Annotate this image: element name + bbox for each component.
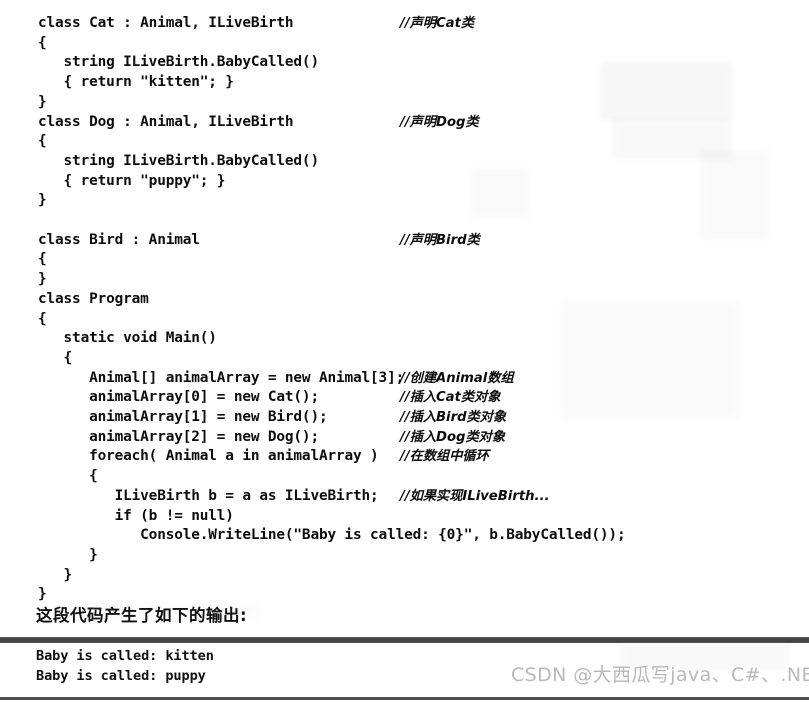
- code-line-text: string ILiveBirth.BabyCalled(): [38, 54, 320, 71]
- code-line-text: }: [38, 271, 47, 288]
- code-line-text: class Dog : Animal, ILiveBirth: [38, 113, 294, 130]
- code-line: animalArray[2] = new Dog(); //插入Dog类对象: [0, 428, 809, 448]
- code-line-text: class Cat : Animal, ILiveBirth: [38, 15, 294, 31]
- code-line-text: Animal[] animalArray = new Animal[3];: [38, 369, 405, 386]
- code-line: if (b != null): [0, 507, 809, 527]
- code-line-comment: //声明Bird类: [400, 232, 480, 248]
- code-line: Console.WriteLine("Baby is called: {0}",…: [0, 526, 809, 546]
- code-line-comment: //声明Dog类: [400, 114, 479, 130]
- code-line-text: static void Main(): [38, 330, 217, 347]
- csdn-watermark: CSDN @大西瓜写java、C#、.NET: [511, 664, 809, 686]
- code-line: {: [0, 349, 809, 369]
- code-line-text: ILiveBirth b = a as ILiveBirth;: [38, 487, 379, 504]
- console-output-line: Baby is called: puppy: [36, 668, 206, 684]
- console-output-line: Baby is called: kitten: [36, 648, 214, 664]
- code-line-text: {: [38, 310, 47, 327]
- code-line: }: [0, 546, 809, 566]
- code-line: }: [0, 93, 809, 113]
- output-separator-bar: [0, 637, 809, 643]
- code-line-text: foreach( Animal a in animalArray ): [38, 448, 379, 465]
- page-bottom-rule: [0, 697, 809, 700]
- code-line-text: }: [38, 93, 47, 110]
- code-line-text: if (b != null): [38, 507, 234, 524]
- code-line: foreach( Animal a in animalArray ) //在数组中…: [0, 447, 809, 467]
- code-line: { return "kitten"; }: [0, 73, 809, 93]
- code-line-text: {: [38, 34, 47, 51]
- code-line: {: [0, 132, 809, 152]
- scanned-book-page: class Cat : Animal, ILiveBirth //声明Cat类 { …: [0, 0, 809, 703]
- narrative-text: 这段代码产生了如下的输出:: [36, 606, 248, 625]
- code-line: {: [0, 250, 809, 270]
- code-line: class Bird : Animal //声明Bird类: [0, 231, 809, 251]
- code-line-comment: //如果实现ILiveBirth...: [400, 488, 550, 504]
- code-line-comment: //创建Animal数组: [400, 370, 514, 386]
- code-line-text: }: [38, 566, 73, 583]
- code-line: static void Main(): [0, 329, 809, 349]
- code-line: { return "puppy"; }: [0, 172, 809, 192]
- code-line-text: animalArray[0] = new Cat();: [38, 389, 319, 406]
- code-line: class Dog : Animal, ILiveBirth //声明Dog类: [0, 113, 809, 133]
- code-line-text: class Bird : Animal: [38, 231, 200, 248]
- code-line: class Cat : Animal, ILiveBirth //声明Cat类: [0, 14, 809, 34]
- code-line: {: [0, 467, 809, 487]
- code-line: ILiveBirth b = a as ILiveBirth; //如果实现ILi…: [0, 487, 809, 507]
- code-line: animalArray[0] = new Cat(); //插入Cat类对象: [0, 388, 809, 408]
- code-line-comment: //插入Cat类对象: [400, 390, 501, 406]
- code-line-comment: //插入Dog类对象: [400, 429, 506, 445]
- code-line-text: }: [38, 192, 47, 209]
- code-line: class Program: [0, 290, 809, 310]
- code-line-text: {: [38, 133, 47, 150]
- code-line-comment: //声明Cat类: [400, 16, 475, 31]
- code-line: }: [0, 191, 809, 211]
- code-line: {: [0, 310, 809, 330]
- code-line-text: animalArray[1] = new Bird();: [38, 409, 328, 425]
- code-line-text: {: [38, 468, 98, 485]
- code-line-text: }: [38, 546, 98, 563]
- code-line: string ILiveBirth.BabyCalled(): [0, 152, 809, 172]
- code-line-text: string ILiveBirth.BabyCalled(): [38, 152, 320, 169]
- code-line-text: animalArray[2] = new Dog();: [38, 428, 319, 445]
- code-line: Animal[] animalArray = new Animal[3];//创…: [0, 369, 809, 389]
- code-line-text: { return "puppy"; }: [38, 172, 226, 189]
- code-line-text: { return "kitten"; }: [38, 74, 234, 91]
- code-line-text: {: [38, 349, 73, 366]
- code-line-comment: //在数组中循环: [400, 449, 489, 465]
- code-line-text: class Program: [38, 290, 149, 307]
- code-line-text: {: [38, 251, 47, 268]
- code-line: {: [0, 34, 809, 54]
- code-line: string ILiveBirth.BabyCalled(): [0, 53, 809, 73]
- code-line: }: [0, 270, 809, 290]
- code-line-text: Console.WriteLine("Baby is called: {0}",…: [38, 527, 626, 544]
- code-line: }: [0, 566, 809, 586]
- code-line-comment: //插入Bird类对象: [400, 410, 507, 425]
- code-line: animalArray[1] = new Bird(); //插入Bird类对象: [0, 408, 809, 428]
